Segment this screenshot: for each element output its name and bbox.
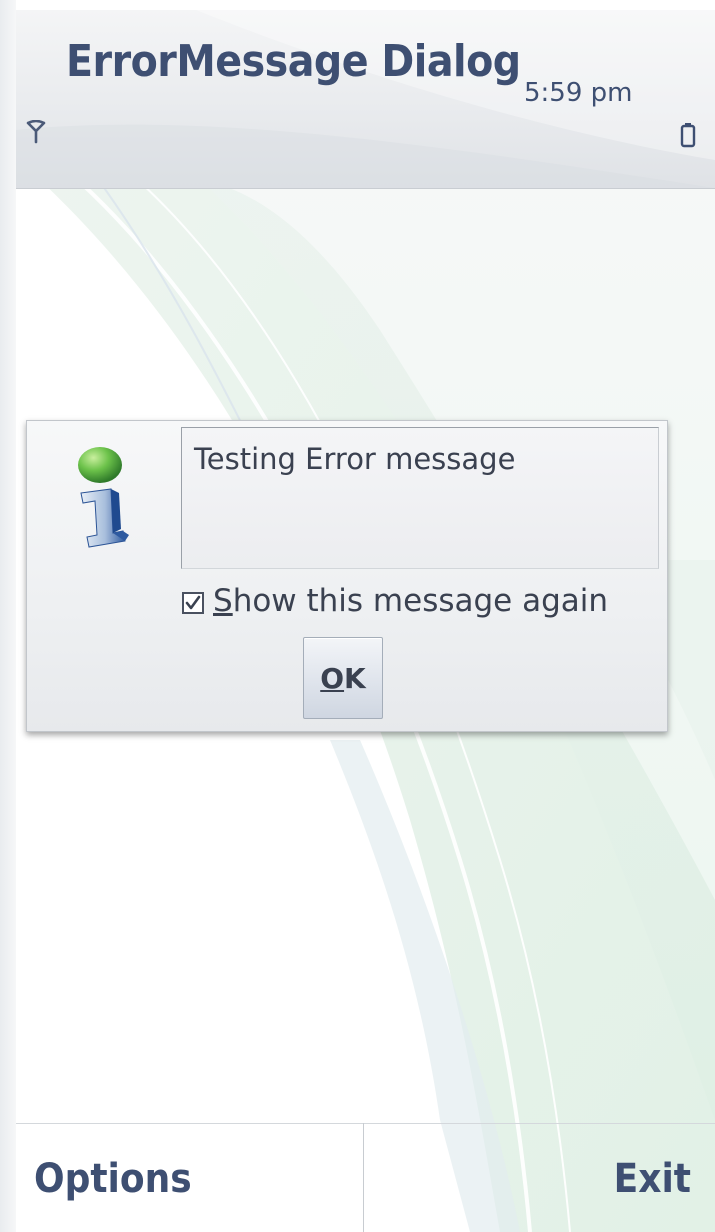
show-again-label-text: how this message again: [232, 583, 609, 619]
softkey-separator: [363, 1123, 364, 1232]
checkbox-checked-icon[interactable]: [181, 591, 205, 615]
ok-mnemonic: O: [320, 661, 345, 695]
error-message-dialog: Testing Error message Show this message …: [26, 420, 668, 732]
ok-label-rest: K: [344, 661, 366, 695]
clock-time: 5:59 pm: [524, 78, 633, 108]
screen: ErrorMessage Dialog 5:59 pm Testing Erro…: [0, 0, 715, 1232]
battery-icon: [680, 123, 696, 148]
options-softkey[interactable]: Options: [34, 1156, 192, 1202]
page-title: ErrorMessage Dialog: [66, 36, 521, 87]
ok-button-label: OK: [320, 662, 366, 695]
exit-softkey[interactable]: Exit: [614, 1156, 691, 1202]
ok-button[interactable]: OK: [303, 637, 383, 719]
left-edge: [0, 0, 16, 1232]
show-again-label: Show this message again: [213, 583, 608, 619]
message-text-box: Testing Error message: [181, 427, 659, 569]
show-again-mnemonic: S: [213, 583, 233, 619]
signal-antenna-icon: [26, 120, 46, 144]
status-pane: ErrorMessage Dialog 5:59 pm: [16, 10, 715, 189]
message-text: Testing Error message: [194, 442, 516, 476]
info-icon: [78, 447, 129, 548]
softkey-divider: [16, 1123, 715, 1124]
